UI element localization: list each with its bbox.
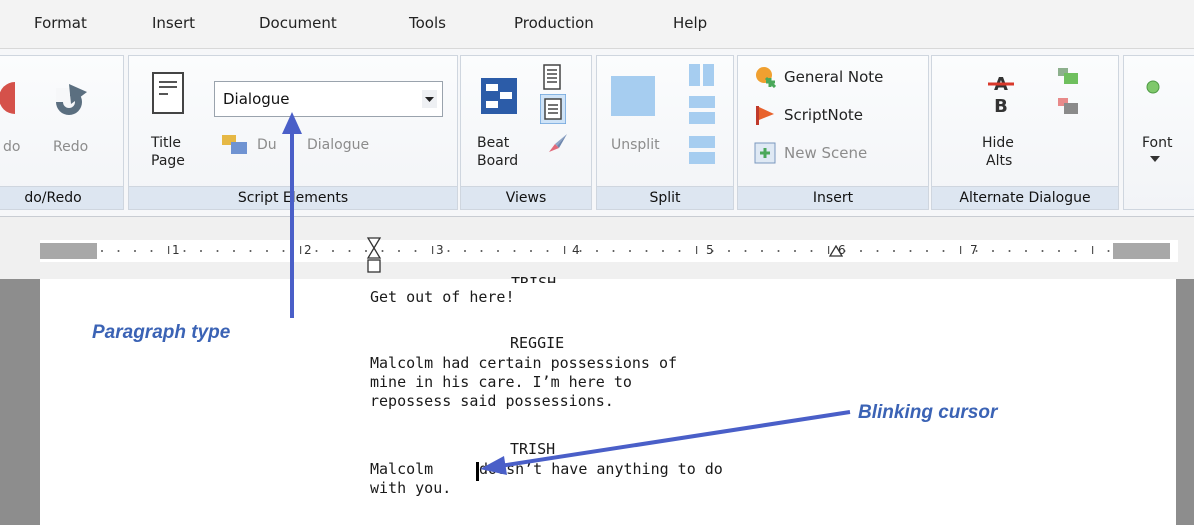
paragraph-type-arrow [282,112,302,318]
annotation-arrows [282,112,851,475]
blinking-cursor-arrow [480,410,851,475]
